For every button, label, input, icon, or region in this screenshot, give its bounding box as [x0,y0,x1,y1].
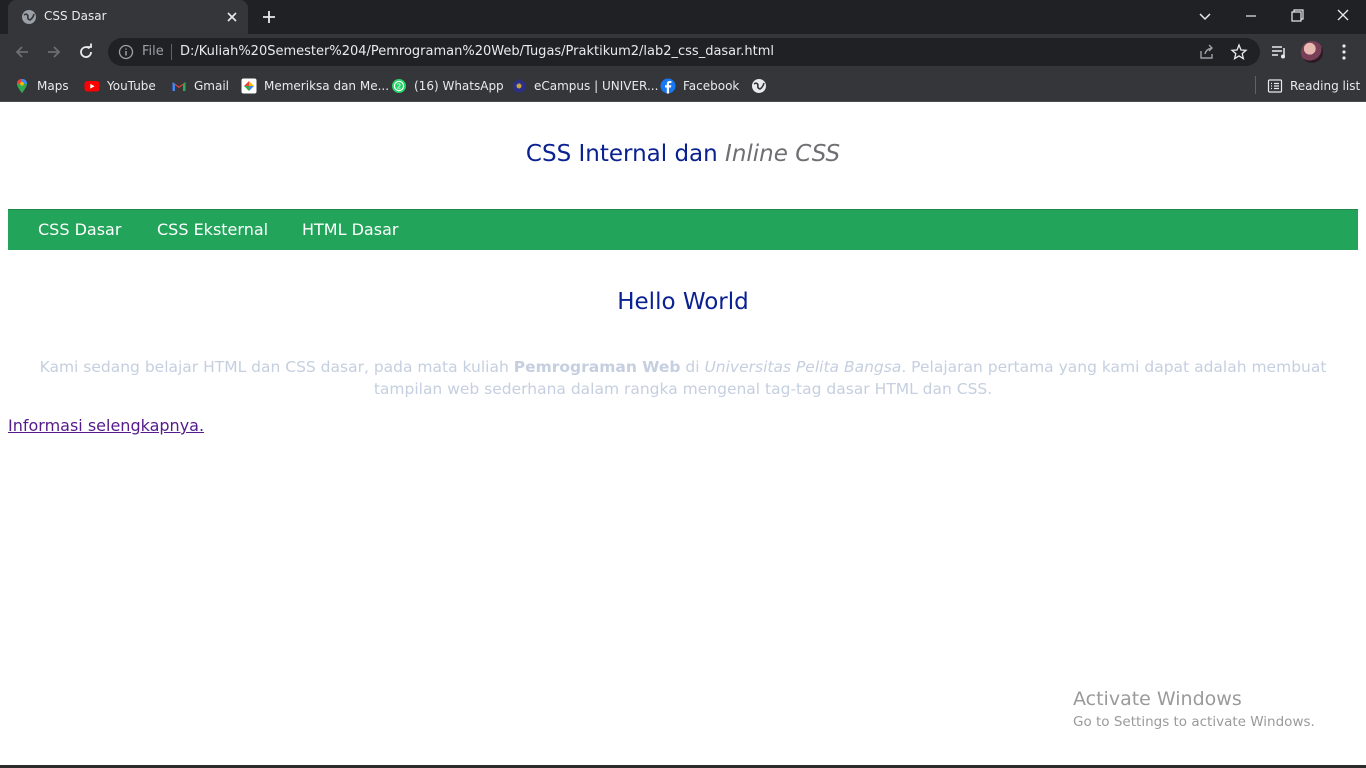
intro-paragraph: Kami sedang belajar HTML dan CSS dasar, … [16,356,1350,400]
bookmark-memeriksa[interactable]: Memeriksa dan Me... [241,76,389,96]
share-icon[interactable] [1198,43,1216,61]
tab-css-dasar[interactable]: CSS Dasar [8,0,248,34]
url-divider [171,44,172,60]
more-info-link[interactable]: Informasi selengkapnya. [8,416,204,435]
para-italic: Universitas Pelita Bangsa [704,358,902,376]
nav-link-css-eksternal[interactable]: CSS Eksternal [157,220,268,239]
activate-subtitle: Go to Settings to activate Windows. [1073,714,1315,730]
youtube-icon [84,81,100,92]
web-page: CSS Internal dan Inline CSS CSS Dasar CS… [0,103,1366,765]
bookmark-label: Memeriksa dan Me... [264,79,390,93]
bookmark-label: Maps [37,79,69,93]
reading-list-button[interactable]: Reading list [1267,76,1360,96]
bookmark-label: Gmail [194,79,230,93]
svg-text:2: 2 [397,83,401,91]
media-control-icon[interactable] [1269,42,1289,62]
bookmark-star-icon[interactable] [1230,43,1248,61]
address-bar[interactable]: File D:/Kuliah%20Semester%204/Pemrograma… [108,38,1260,66]
facebook-icon [660,78,676,94]
back-icon[interactable] [12,42,32,62]
new-tab-icon[interactable] [260,8,278,26]
globe-icon [22,10,36,24]
url-scheme: File [142,44,164,59]
info-icon[interactable] [118,44,134,60]
menu-icon[interactable] [1334,42,1354,62]
tab-strip: CSS Dasar [0,0,1366,34]
activate-title: Activate Windows [1073,688,1242,710]
para-text-1: Kami sedang belajar HTML dan CSS dasar, … [39,358,514,376]
bookmarks-bar: Maps YouTube Gmail Memeriksa dan Me... 2… [0,70,1366,102]
page-title: CSS Internal dan Inline CSS [0,141,1366,167]
bookmark-facebook[interactable]: Facebook [660,76,739,96]
review-icon [241,78,257,94]
tab-title: CSS Dasar [44,9,107,23]
bookmark-label: (16) WhatsApp [414,79,504,93]
reload-icon[interactable] [76,42,96,62]
nav-link-css-dasar[interactable]: CSS Dasar [38,220,121,239]
bookmark-maps[interactable]: Maps [14,76,69,96]
gmail-icon [172,82,186,91]
page-title-italic: Inline CSS [725,141,841,167]
activate-windows-watermark: Activate Windows Go to Settings to activ… [1073,688,1315,730]
profile-avatar[interactable] [1301,41,1323,63]
reading-list-label: Reading list [1290,79,1361,93]
restore-icon[interactable] [1285,6,1309,26]
browser-toolbar: File D:/Kuliah%20Semester%204/Pemrograma… [0,34,1366,70]
bookmarks-divider [1255,76,1256,94]
bookmark-label: Facebook [683,79,740,93]
bookmark-ecampus[interactable]: eCampus | UNIVER... [511,76,658,96]
bookmark-youtube[interactable]: YouTube [84,76,156,96]
page-title-text: CSS Internal dan [525,141,726,167]
url-text[interactable]: D:/Kuliah%20Semester%204/Pemrograman%20W… [180,44,774,59]
main-nav: CSS Dasar CSS Eksternal HTML Dasar [8,209,1358,250]
ecampus-icon [513,79,525,93]
para-text-2: di [680,358,705,376]
bookmark-gmail[interactable]: Gmail [171,76,229,96]
forward-icon[interactable] [44,42,64,62]
nav-link-html-dasar[interactable]: HTML Dasar [302,220,398,239]
hello-heading: Hello World [617,289,749,315]
tab-search-icon[interactable] [1193,6,1217,26]
close-window-icon[interactable] [1331,6,1355,26]
bookmark-globe[interactable] [751,76,774,96]
para-bold: Pemrograman Web [513,358,681,376]
reading-list-icon [1267,79,1283,93]
minimize-icon[interactable] [1239,6,1263,26]
bookmark-label: eCampus | UNIVER... [534,79,659,93]
bookmark-whatsapp[interactable]: 2 (16) WhatsApp [391,76,504,96]
whatsapp-icon: 2 [392,79,406,93]
globe-icon [752,79,766,93]
bookmark-label: YouTube [107,79,156,93]
close-tab-icon[interactable] [224,9,240,25]
maps-icon [17,79,27,93]
